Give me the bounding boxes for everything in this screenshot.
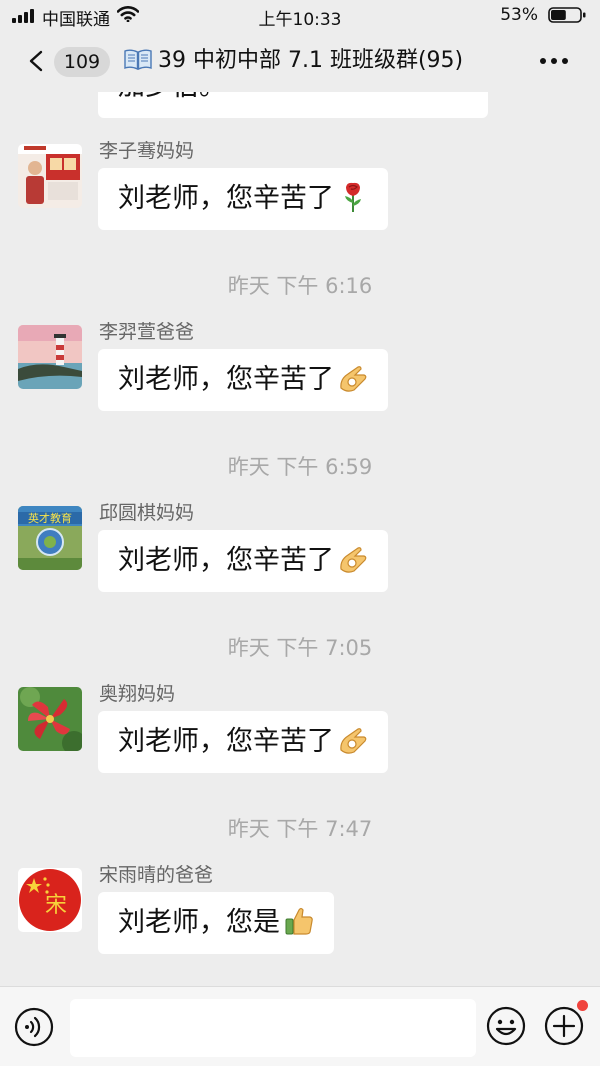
song-flag-avatar[interactable]: 宋 [18,868,82,932]
message-bubble[interactable]: 刘老师，您辛苦了 [98,168,388,230]
timestamp: 昨天 下午 7:05 [227,636,373,660]
sender-name: 李子骞妈妈 [99,140,195,162]
red-flower-avatar[interactable] [18,687,82,751]
svg-text:英才教育: 英才教育 [28,511,72,525]
lighthouse-avatar[interactable] [18,325,82,389]
sender-name: 邱圆棋妈妈 [99,502,195,524]
promo-photo-avatar[interactable] [18,144,82,208]
message-list[interactable]: 加步伯。 李子骞妈妈 刘老师，您辛苦了 昨天 下午 6:16 [0,92,600,986]
battery-icon [548,7,586,23]
plus-icon[interactable] [544,1006,584,1046]
sender-name: 李羿萱爸爸 [99,321,195,343]
message-text: 刘老师，您辛苦了 [118,545,334,576]
message-bubble[interactable]: 刘老师，您辛苦了 [98,530,388,592]
partial-message-text: 加步伯。 [118,92,226,102]
sender-name: 宋雨晴的爸爸 [99,864,214,886]
thumbs-up-icon [285,907,313,935]
sender-name: 奥翔妈妈 [99,683,176,705]
timestamp: 昨天 下午 6:59 [227,455,373,479]
more-dots-icon[interactable] [540,58,570,66]
open-book-icon [124,49,152,70]
ok-hand-icon [340,728,367,754]
message-bubble[interactable]: 刘老师，您是 [98,892,334,954]
message-bubble[interactable]: 刘老师，您辛苦了 [98,349,388,411]
notification-dot [577,1000,588,1011]
emoji-smiley-icon[interactable] [486,1006,526,1046]
education-logo-avatar[interactable]: 英才教育 [18,506,82,570]
message-text: 刘老师，您辛苦了 [118,364,334,395]
message-text: 刘老师，您辛苦了 [118,726,334,757]
ok-hand-icon [340,366,367,392]
voice-icon[interactable] [14,1007,54,1047]
chat-title[interactable]: 39 中初中部 7.1 班班级群(95) [124,46,463,76]
input-bar [0,986,600,1066]
message-input[interactable] [70,999,476,1057]
chat-header: 109 39 中初中部 7.1 班班级群(95) [0,30,600,92]
battery-percent: 53% [500,5,538,25]
svg-text:宋: 宋 [45,893,67,918]
message-bubble[interactable]: 刘老师，您辛苦了 [98,711,388,773]
rose-icon [345,182,361,212]
chat-title-text: 39 中初中部 7.1 班班级群(95) [158,48,464,73]
status-bar: 中国联通 上午10:33 53% [0,0,600,30]
unread-count-badge[interactable]: 109 [54,47,110,77]
timestamp: 昨天 下午 6:16 [227,274,373,298]
ok-hand-icon [340,547,367,573]
timestamp: 昨天 下午 7:47 [227,817,373,841]
message-text: 刘老师，您辛苦了 [118,183,334,214]
message-text: 刘老师，您是 [118,907,280,938]
partial-message-bubble: 加步伯。 [98,92,488,118]
back-chevron-icon[interactable] [26,50,48,72]
